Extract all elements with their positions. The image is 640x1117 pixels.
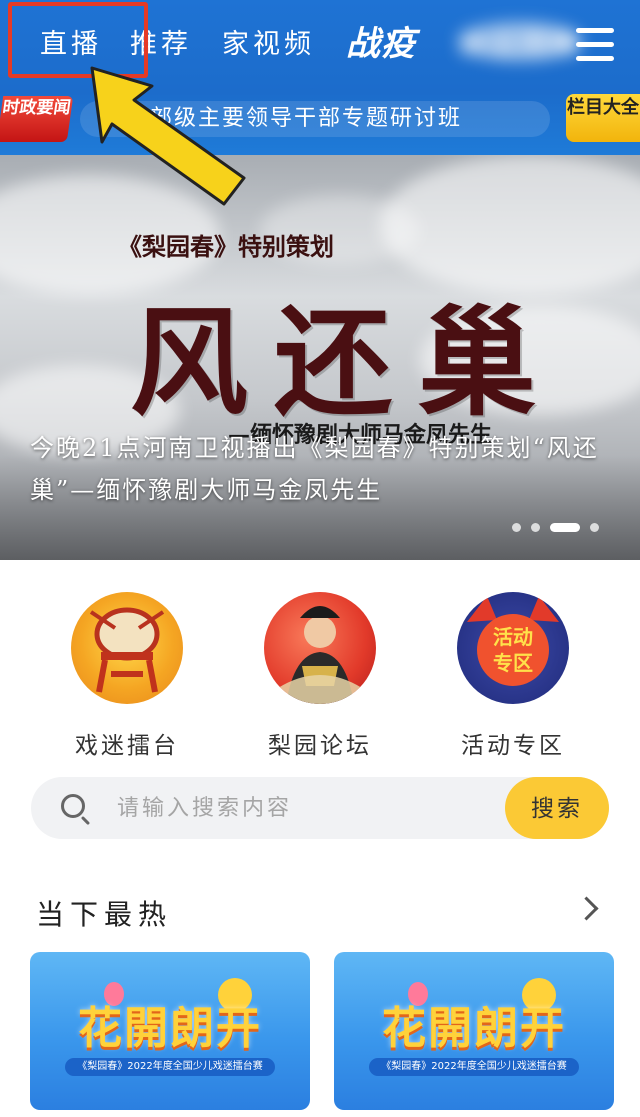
card-title: 花開朗开	[78, 1003, 262, 1054]
carousel-dot[interactable]	[531, 523, 540, 532]
carousel-dot[interactable]	[512, 523, 521, 532]
carousel-dot[interactable]	[590, 523, 599, 532]
card-title: 花開朗开	[382, 1003, 566, 1054]
carousel-indicator[interactable]	[512, 517, 609, 532]
annotation-arrow-icon	[90, 66, 246, 206]
hero-banner[interactable]: 《梨园春》特别策划 风还巢 —缅怀豫剧大师马金凤先生 今晚21点河南卫视播出《梨…	[0, 155, 640, 560]
tab-cloud-henan[interactable]: 云上河南	[458, 22, 582, 61]
banner-caption: 今晚21点河南卫视播出《梨园春》特别策划“风还巢”—缅怀豫剧大师马金凤先生	[30, 434, 599, 504]
hot-card[interactable]: 花開朗开 《梨园春》2022年度全国少儿戏迷擂台赛	[334, 952, 614, 1110]
opera-figure-icon	[264, 592, 376, 704]
banner-title: 风还巢	[130, 293, 563, 432]
feature-opera-forum[interactable]: 梨园论坛	[245, 592, 395, 760]
card-subtitle: 《梨园春》2022年度全国少儿戏迷擂台赛	[369, 1058, 579, 1076]
search-bar: 搜索	[31, 777, 609, 839]
activity-zone-icon: 活动 专区	[457, 592, 569, 704]
search-input[interactable]	[117, 789, 497, 827]
drum-icon	[71, 592, 183, 704]
card-subtitle: 《梨园春》2022年度全国少儿戏迷擂台赛	[65, 1058, 275, 1076]
tab-fight-epidemic[interactable]: 战疫	[346, 16, 416, 65]
tab-home-video[interactable]: 家视频	[222, 22, 315, 61]
search-button[interactable]: 搜索	[505, 777, 609, 839]
search-icon	[61, 794, 85, 818]
feature-label: 活动专区	[461, 733, 565, 759]
banner-subtitle: 《梨园春》特别策划	[118, 232, 334, 261]
feature-label: 梨园论坛	[268, 733, 372, 759]
menu-icon[interactable]	[576, 28, 614, 62]
feature-opera-arena[interactable]: 戏迷擂台	[52, 592, 202, 760]
feature-label: 戏迷擂台	[75, 733, 179, 759]
feature-activity-zone[interactable]: 活动 专区 活动专区	[438, 592, 588, 760]
svg-text:活动: 活动	[493, 625, 533, 649]
chevron-right-icon[interactable]	[574, 896, 599, 921]
carousel-dot-active[interactable]	[550, 523, 580, 532]
hot-card[interactable]: 花開朗开 《梨园春》2022年度全国少儿戏迷擂台赛	[30, 952, 310, 1110]
all-columns-badge[interactable]: 栏目大全	[566, 94, 640, 142]
section-title-hot: 当下最热	[36, 898, 173, 931]
svg-text:专区: 专区	[493, 651, 533, 675]
